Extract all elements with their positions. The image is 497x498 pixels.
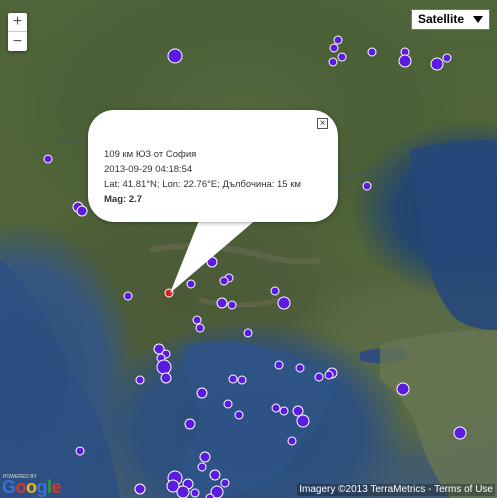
earthquake-marker[interactable] <box>197 462 207 472</box>
earthquake-marker[interactable] <box>279 406 289 416</box>
close-icon[interactable]: × <box>317 118 328 129</box>
earthquake-marker[interactable] <box>362 181 372 191</box>
earthquake-marker[interactable] <box>314 372 324 382</box>
earthquake-marker[interactable] <box>324 370 334 380</box>
earthquake-marker[interactable] <box>205 493 215 498</box>
earthquake-marker[interactable] <box>192 315 202 325</box>
google-logo[interactable]: POWERED BY Google <box>2 474 62 497</box>
earthquake-marker[interactable] <box>123 291 133 301</box>
earthquake-marker[interactable] <box>206 256 218 268</box>
earthquake-marker[interactable] <box>199 451 211 463</box>
earthquake-marker[interactable] <box>237 375 247 385</box>
earthquake-marker[interactable] <box>430 57 444 71</box>
earthquake-marker[interactable] <box>227 300 237 310</box>
earthquake-marker[interactable] <box>76 205 88 217</box>
earthquake-marker[interactable] <box>134 483 146 495</box>
earthquake-marker[interactable] <box>216 297 228 309</box>
logo-prefix: POWERED BY <box>3 474 37 480</box>
earthquake-marker[interactable] <box>228 374 238 384</box>
earthquake-marker[interactable] <box>287 436 297 446</box>
logo-letter: g <box>36 477 48 497</box>
earthquake-markers <box>43 35 467 498</box>
earthquake-marker[interactable] <box>196 387 208 399</box>
earthquake-marker[interactable] <box>367 47 377 57</box>
earthquake-marker[interactable] <box>156 359 172 375</box>
imagery-text: Imagery ©2013 TerraMetrics <box>299 484 426 495</box>
map-type-dropdown[interactable]: Satellite <box>411 9 490 30</box>
earthquake-marker[interactable] <box>453 426 467 440</box>
earthquake-marker[interactable] <box>243 328 253 338</box>
earthquake-marker[interactable] <box>398 54 412 68</box>
earthquake-marker[interactable] <box>220 478 230 488</box>
earthquake-marker[interactable] <box>333 35 343 45</box>
earthquake-marker[interactable] <box>295 363 305 373</box>
earthquake-marker[interactable] <box>184 418 196 430</box>
magnitude-text: Mag: 2.7 <box>104 192 328 207</box>
earthquake-marker[interactable] <box>190 488 200 498</box>
attribution: Imagery ©2013 TerraMetrics - Terms of Us… <box>297 484 495 496</box>
map-type-label: Satellite <box>418 12 465 26</box>
zoom-control: + − <box>8 13 27 51</box>
earthquake-marker[interactable] <box>329 43 339 53</box>
earthquake-marker[interactable] <box>234 410 244 420</box>
earthquake-marker[interactable] <box>186 279 196 289</box>
earthquake-marker[interactable] <box>292 405 304 417</box>
earthquake-marker[interactable] <box>274 360 284 370</box>
earthquake-marker[interactable] <box>396 382 410 396</box>
coords-text: Lat: 41.81°N; Lon: 22.76°E; Дълбочина: 1… <box>104 179 301 190</box>
map-canvas[interactable]: × 109 км ЮЗ от София 2013-09-29 04:18:54… <box>0 0 497 498</box>
magnitude-label: Mag: <box>104 194 127 205</box>
earthquake-infowindow: × 109 км ЮЗ от София 2013-09-29 04:18:54… <box>88 110 338 222</box>
earthquake-marker[interactable] <box>135 375 145 385</box>
earthquake-marker[interactable] <box>328 57 338 67</box>
datetime-text: 2013-09-29 04:18:54 <box>104 164 193 175</box>
terms-link[interactable]: Terms of Use <box>434 484 493 495</box>
earthquake-marker[interactable] <box>209 469 221 481</box>
earthquake-marker[interactable] <box>337 52 347 62</box>
zoom-in-icon[interactable]: + <box>8 13 27 32</box>
earthquake-marker[interactable] <box>277 296 291 310</box>
logo-letter: e <box>51 477 62 497</box>
earthquake-marker[interactable] <box>223 399 233 409</box>
earthquake-marker[interactable] <box>195 323 205 333</box>
earthquake-marker[interactable] <box>167 48 183 64</box>
earthquake-marker[interactable] <box>271 403 281 413</box>
earthquake-marker[interactable] <box>43 154 53 164</box>
magnitude-value: 2.7 <box>128 194 143 205</box>
earthquake-marker[interactable] <box>160 372 172 384</box>
earthquake-marker[interactable] <box>75 446 85 456</box>
selected-earthquake-marker[interactable] <box>164 288 174 298</box>
distance-text: 109 км ЮЗ от София <box>104 149 197 160</box>
zoom-out-icon[interactable]: − <box>8 32 27 51</box>
attribution-separator: - <box>425 484 435 495</box>
earthquake-marker[interactable] <box>219 276 229 286</box>
earthquake-marker[interactable] <box>176 485 190 498</box>
earthquake-marker[interactable] <box>442 53 452 63</box>
dropdown-arrow-icon <box>473 16 483 23</box>
earthquake-marker[interactable] <box>270 286 280 296</box>
earthquake-marker[interactable] <box>296 414 310 428</box>
